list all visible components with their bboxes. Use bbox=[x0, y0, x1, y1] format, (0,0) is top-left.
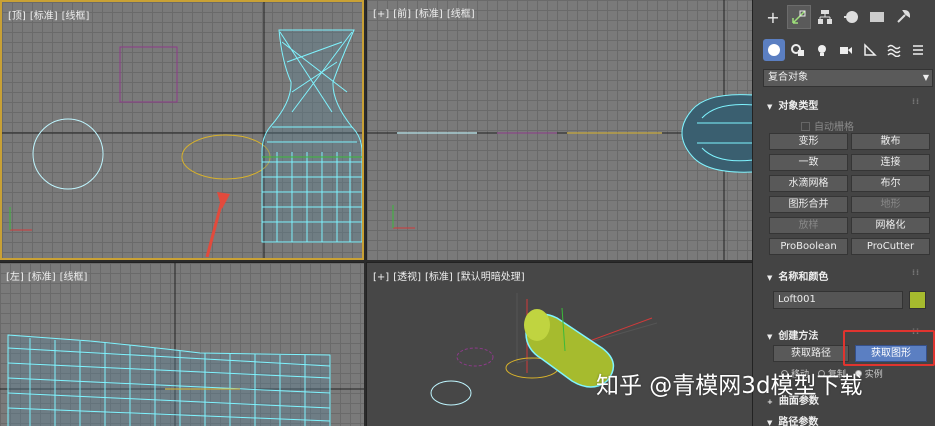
annotation-highlight-box bbox=[843, 330, 935, 366]
viewport-shading[interactable]: [线框] bbox=[62, 11, 90, 22]
proboolean-button[interactable]: ProBoolean bbox=[769, 238, 848, 255]
systems-icon[interactable] bbox=[907, 39, 929, 61]
loft-mesh-left[interactable] bbox=[7, 334, 331, 426]
ellipse-shape[interactable] bbox=[181, 134, 271, 180]
collapse-triangle-icon: ▼ bbox=[767, 333, 773, 341]
command-panel-tabs: + bbox=[753, 0, 935, 34]
viewport-top[interactable]: [顶] [标准] [线框] bbox=[0, 0, 364, 260]
boolean-button[interactable]: 布尔 bbox=[851, 175, 930, 192]
object-name-input[interactable]: Loft001 bbox=[773, 291, 903, 309]
watermark-text: 知乎 @青模网3d模型下载 bbox=[596, 373, 863, 399]
drag-handle-icon: ⁞⁞ bbox=[912, 97, 921, 106]
rollout-name-and-color-title: 名称和颜色 bbox=[778, 272, 829, 283]
connect-button[interactable]: 连接 bbox=[851, 154, 930, 171]
viewport-shading[interactable]: [线框] bbox=[447, 9, 475, 20]
collapse-triangle-icon: ▼ bbox=[767, 274, 773, 282]
mesher-button[interactable]: 网格化 bbox=[851, 217, 930, 234]
auto-grid-label: 自动栅格 bbox=[814, 122, 854, 133]
viewport-point-of-view[interactable]: [顶] bbox=[8, 11, 26, 22]
shapemerge-button[interactable]: 图形合并 bbox=[769, 196, 848, 213]
loft-button[interactable]: 放样 bbox=[769, 217, 848, 234]
annotation-arrow bbox=[205, 196, 225, 258]
modify-icon[interactable] bbox=[787, 5, 811, 29]
radio-instance-label: 实例 bbox=[864, 370, 883, 380]
circle-shape-persp[interactable] bbox=[430, 380, 472, 406]
viewport-perspective-canvas bbox=[430, 293, 658, 406]
object-category-dropdown[interactable]: 复合对象 ▼ bbox=[763, 69, 933, 87]
shapes-icon[interactable] bbox=[787, 39, 809, 61]
viewport-shading[interactable]: [默认明暗处理] bbox=[457, 272, 525, 283]
viewport-menu[interactable]: [+] bbox=[373, 272, 389, 283]
rollout-creation-method[interactable]: ▼ 创建方法 ⁞⁞ bbox=[767, 327, 919, 342]
get-path-button[interactable]: 获取路径 bbox=[773, 345, 849, 362]
morph-button[interactable]: 变形 bbox=[769, 133, 848, 150]
viewport-standard[interactable]: [标准] bbox=[28, 272, 56, 283]
terrain-button[interactable]: 地形 bbox=[851, 196, 930, 213]
loft-mesh-top[interactable] bbox=[261, 29, 362, 243]
collapse-triangle-icon: ▼ bbox=[767, 103, 773, 111]
auto-grid-checkbox[interactable]: 自动栅格 bbox=[801, 118, 854, 133]
rollout-path-params[interactable]: ▼ 路径参数 bbox=[767, 413, 818, 426]
viewport-front-label[interactable]: [+] [前] [标准] [线框] bbox=[373, 5, 479, 20]
viewport-perspective-label[interactable]: [+] [透视] [标准] [默认明暗处理] bbox=[373, 268, 529, 283]
conform-button[interactable]: 一致 bbox=[769, 154, 848, 171]
create-icon[interactable]: + bbox=[761, 5, 785, 29]
viewport-left-canvas bbox=[0, 263, 364, 426]
viewport-left-label[interactable]: [左] [标准] [线框] bbox=[6, 268, 91, 283]
procutter-button[interactable]: ProCutter bbox=[851, 238, 930, 255]
viewport-point-of-view[interactable]: [透视] bbox=[393, 272, 421, 283]
helpers-icon[interactable] bbox=[859, 39, 881, 61]
viewport-standard[interactable]: [标准] bbox=[425, 272, 453, 283]
hierarchy-icon[interactable] bbox=[813, 5, 837, 29]
cameras-icon[interactable] bbox=[835, 39, 857, 61]
loft-mesh-front[interactable] bbox=[681, 94, 752, 173]
viewport-top-canvas bbox=[2, 2, 362, 258]
rollout-object-type[interactable]: ▼ 对象类型 ⁞⁞ bbox=[767, 97, 919, 112]
viewport-top-label[interactable]: [顶] [标准] [线框] bbox=[8, 7, 93, 22]
rectangle-shape-persp[interactable] bbox=[456, 347, 494, 367]
utilities-icon[interactable] bbox=[891, 5, 915, 29]
viewport-point-of-view[interactable]: [左] bbox=[6, 272, 24, 283]
object-category-value: 复合对象 bbox=[768, 72, 808, 83]
viewport-standard[interactable]: [标准] bbox=[30, 11, 58, 22]
collapse-triangle-icon: ▼ bbox=[767, 419, 773, 426]
display-icon[interactable] bbox=[865, 5, 889, 29]
create-category-row bbox=[753, 36, 935, 64]
motion-icon[interactable] bbox=[839, 5, 863, 29]
blobmesh-button[interactable]: 水滴网格 bbox=[769, 175, 848, 192]
viewport-front-canvas bbox=[367, 0, 752, 260]
checkbox-icon bbox=[801, 122, 810, 131]
rollout-path-params-title: 路径参数 bbox=[778, 417, 819, 426]
rollout-creation-method-title: 创建方法 bbox=[778, 331, 819, 342]
viewport-standard[interactable]: [标准] bbox=[415, 9, 443, 20]
rectangle-shape[interactable] bbox=[119, 46, 178, 103]
viewport-shading[interactable]: [线框] bbox=[60, 272, 88, 283]
drag-handle-icon: ⁞⁞ bbox=[912, 268, 921, 277]
viewport-front[interactable]: [+] [前] [标准] [线框] bbox=[366, 0, 752, 260]
scatter-button[interactable]: 散布 bbox=[851, 133, 930, 150]
viewport-point-of-view[interactable]: [前] bbox=[393, 9, 411, 20]
chevron-down-icon: ▼ bbox=[922, 73, 929, 82]
geometry-icon[interactable] bbox=[763, 39, 785, 61]
rollout-object-type-title: 对象类型 bbox=[778, 101, 819, 112]
viewport-perspective[interactable]: [+] [透视] [标准] [默认明暗处理] bbox=[366, 262, 752, 426]
rollout-name-and-color[interactable]: ▼ 名称和颜色 ⁞⁞ bbox=[767, 268, 919, 283]
lights-icon[interactable] bbox=[811, 39, 833, 61]
viewport-left[interactable]: [左] [标准] [线框] bbox=[0, 262, 364, 426]
spacewarps-icon[interactable] bbox=[883, 39, 905, 61]
object-color-swatch[interactable] bbox=[909, 291, 926, 309]
circle-shape[interactable] bbox=[32, 118, 104, 190]
viewport-menu[interactable]: [+] bbox=[373, 9, 389, 20]
